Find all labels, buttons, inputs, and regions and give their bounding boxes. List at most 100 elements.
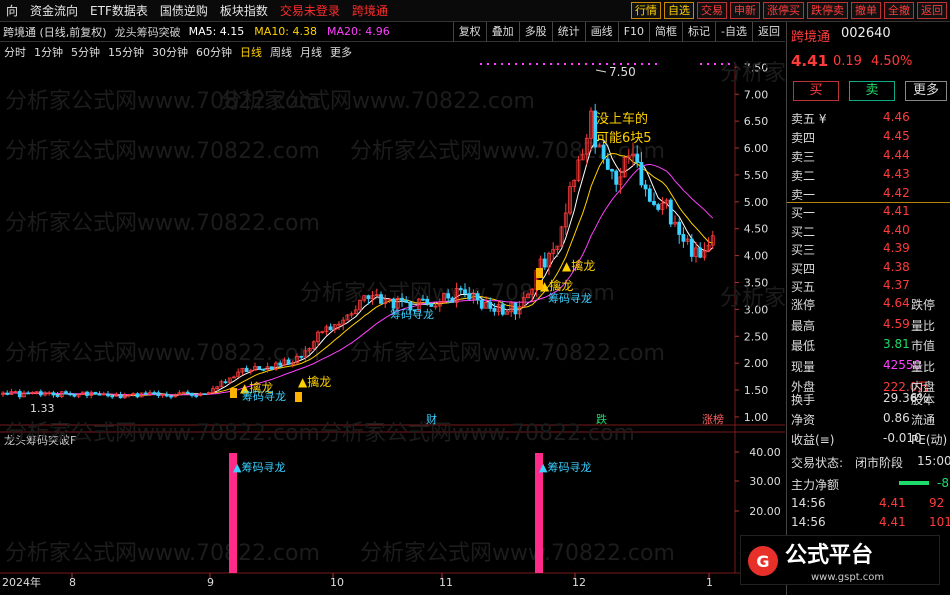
chouma-signal-label: 筹码寻龙	[548, 291, 592, 305]
period-tabs: 分时 1分钟 5分钟 15分钟 30分钟 60分钟 日线 周线 月线 更多	[0, 42, 785, 62]
candle-body	[689, 238, 694, 257]
cancel-all-button[interactable]: 全撤	[884, 2, 914, 19]
candle-body	[647, 188, 652, 202]
app-window: 向 资金流向 ETF数据表 国债逆购 板块指数 交易未登录 跨境通 行情 自选 …	[0, 0, 950, 595]
price-axis-tick: 4.50	[744, 223, 769, 236]
ma10-label: MA10: 4.38	[254, 25, 318, 38]
x-axis-tick: 9	[207, 576, 214, 589]
candle-body	[668, 199, 673, 225]
candle-body	[299, 355, 304, 358]
tool-watch[interactable]: -自选	[715, 21, 752, 42]
buy-button[interactable]: 买	[793, 81, 839, 101]
candle-body	[652, 200, 656, 205]
candle-body	[194, 395, 199, 397]
candle-body	[698, 247, 703, 258]
tool-return[interactable]: 返回	[752, 21, 785, 42]
more-button[interactable]: 更多	[905, 81, 947, 101]
price-axis-tick: 5.00	[744, 196, 769, 209]
candle-body	[26, 392, 31, 395]
tool-stats[interactable]: 统计	[551, 21, 585, 42]
candle-body	[635, 153, 640, 163]
candle-body	[458, 288, 463, 291]
candle-body	[614, 170, 619, 185]
x-axis-tick: 2024年	[2, 575, 41, 589]
tool-adjust[interactable]: 复权	[452, 21, 486, 42]
indicator-name[interactable]: 龙头筹码突破	[115, 24, 181, 40]
watermark-text: 分析家公式网www.70822.com	[320, 421, 635, 446]
quote-change: 0.19	[833, 54, 862, 69]
tab-30min[interactable]: 30分钟	[148, 44, 192, 60]
return-button[interactable]: 返回	[917, 2, 947, 19]
watermark-text: 分析家公式网www.70822.com	[5, 211, 320, 236]
quote-stock-name: 跨境通	[791, 30, 831, 45]
low-price-label: 1.33	[30, 402, 55, 415]
candle-body	[257, 366, 262, 370]
candle-body	[500, 304, 505, 315]
tab-more[interactable]: 更多	[326, 44, 356, 60]
candle-body	[152, 392, 157, 394]
tab-weekly[interactable]: 周线	[266, 44, 296, 60]
price-axis-tick: 6.50	[744, 115, 769, 128]
candle-body	[639, 162, 644, 186]
candle-body	[446, 293, 451, 299]
tool-draw[interactable]: 画线	[584, 21, 618, 42]
candle-body	[38, 391, 43, 396]
ma20-label: MA20: 4.96	[327, 25, 390, 38]
event-marker-list: 涨榜	[702, 412, 724, 426]
sell-button[interactable]: 卖	[849, 81, 895, 101]
candle-body	[202, 393, 207, 396]
candle-body	[5, 392, 10, 395]
candle-body	[542, 258, 547, 268]
tab-60min[interactable]: 60分钟	[192, 44, 236, 60]
candle-body	[400, 297, 404, 301]
candle-body	[110, 395, 115, 398]
sub-axis-tick: 30.00	[749, 475, 781, 488]
sub-signal-label: ▲筹码寻龙	[539, 460, 591, 474]
candle-body	[467, 293, 472, 300]
tab-monthly[interactable]: 月线	[296, 44, 326, 60]
candle-body	[601, 144, 606, 160]
price-axis-tick: 7.00	[744, 88, 769, 101]
candle-body	[429, 303, 434, 307]
price-axis-tick: 4.00	[744, 250, 769, 263]
note-text: 可能6块5	[596, 131, 652, 146]
candle-body	[269, 366, 274, 370]
logo-text: 公式平台	[785, 542, 873, 568]
watermark-text: 分析家公式网www.70822.com	[5, 341, 320, 366]
signal-marker	[536, 280, 543, 290]
candle-body	[169, 395, 173, 398]
signal-marker	[536, 268, 543, 278]
candle-body	[244, 367, 249, 373]
sub-axis-tick: 20.00	[749, 505, 781, 518]
quote-stock-code: 002640	[841, 26, 891, 41]
kline-chart[interactable]: 7.507.006.506.005.505.004.504.003.503.00…	[0, 0, 786, 595]
price-axis-tick: 6.00	[744, 142, 769, 155]
tab-5min[interactable]: 5分钟	[67, 44, 104, 60]
cancel-order-button[interactable]: 撤单	[851, 2, 881, 19]
tab-tick[interactable]: 分时	[0, 44, 30, 60]
high-price-label: 7.50	[609, 65, 636, 79]
tool-f10[interactable]: F10	[617, 21, 649, 42]
candle-body	[85, 391, 89, 396]
signal-marker	[295, 392, 302, 402]
tool-multi[interactable]: 多股	[518, 21, 552, 42]
limit-down-sell-button[interactable]: 跌停卖	[807, 2, 848, 19]
note-text: 没上车的	[596, 111, 648, 127]
candle-body	[93, 391, 98, 395]
tab-daily[interactable]: 日线	[236, 44, 266, 60]
candle-body	[404, 299, 409, 303]
tab-15min[interactable]: 15分钟	[104, 44, 148, 60]
tool-mark[interactable]: 标记	[682, 21, 715, 42]
candle-body	[677, 221, 682, 235]
candle-body	[190, 392, 194, 396]
tool-overlay[interactable]: 叠加	[485, 21, 519, 42]
tool-simple[interactable]: 简框	[649, 21, 682, 42]
event-marker-drop: 跌	[596, 412, 607, 426]
signal-marker	[230, 388, 237, 398]
candle-body	[488, 301, 493, 309]
candle-body	[610, 168, 614, 172]
price-axis-tick: 5.50	[744, 169, 769, 182]
tab-1min[interactable]: 1分钟	[30, 44, 67, 60]
candle-body	[379, 294, 383, 304]
price-axis-tick: 2.50	[744, 330, 769, 343]
